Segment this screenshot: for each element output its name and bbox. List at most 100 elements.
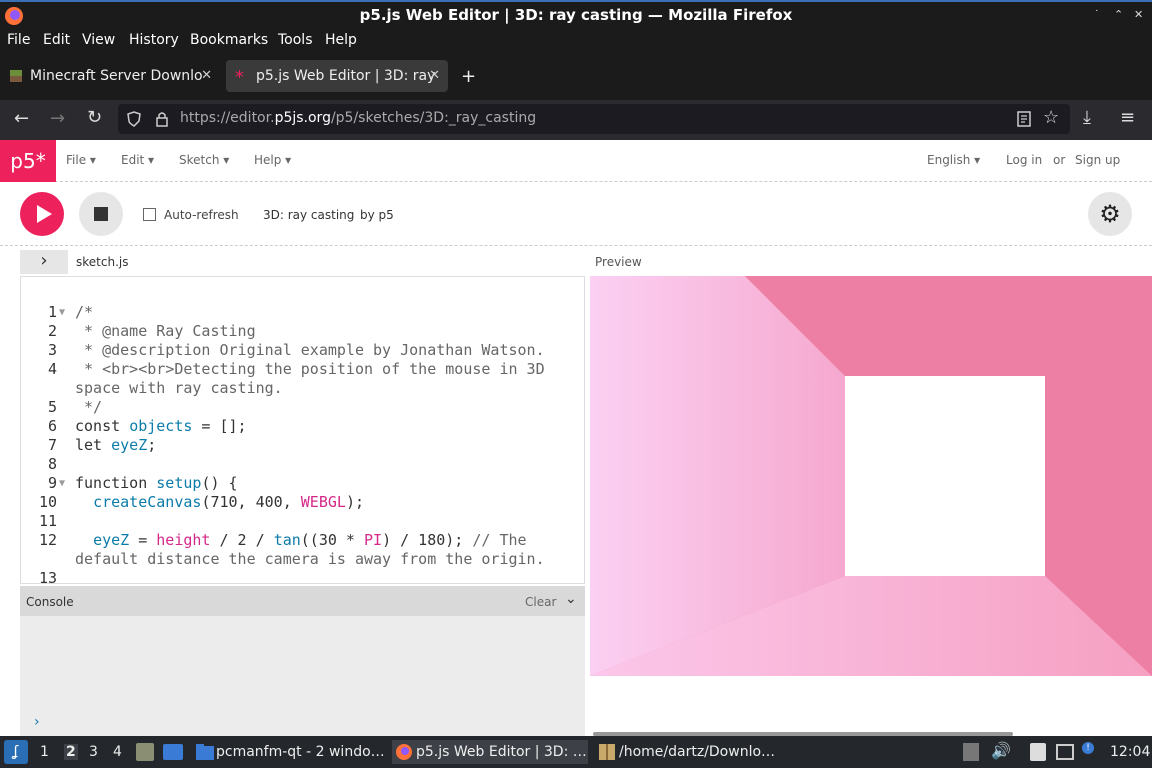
forward-icon[interactable]: → xyxy=(50,108,65,129)
line-number: 3 xyxy=(47,341,57,359)
volume-icon[interactable]: 🔊 xyxy=(991,741,1011,760)
menu-file[interactable]: File xyxy=(7,32,30,48)
downloads-icon[interactable]: ⤓ xyxy=(1083,107,1091,128)
p5-menu-help[interactable]: Help ▾ xyxy=(254,153,291,167)
code-text: /* xyxy=(75,303,94,321)
p5-menu-file[interactable]: File ▾ xyxy=(66,153,96,167)
code-line: 8 xyxy=(21,455,584,474)
tab-p5-editor[interactable]: * p5.js Web Editor | 3D: ray ✕ xyxy=(226,60,448,92)
code-line: 6 const objects = []; xyxy=(21,417,584,436)
play-button[interactable] xyxy=(20,192,64,236)
reader-view-icon[interactable] xyxy=(1016,111,1032,127)
line-number: 12 xyxy=(38,531,57,549)
console-prompt[interactable]: › xyxy=(34,714,40,730)
p5-navbar: p5* File ▾ Edit ▾ Sketch ▾ Help ▾ Englis… xyxy=(0,140,1152,182)
new-tab-button[interactable]: + xyxy=(461,66,476,87)
workspace-2[interactable]: 2 xyxy=(64,744,78,760)
tray-app-icon[interactable] xyxy=(963,743,979,761)
line-number: 4 xyxy=(47,360,57,378)
menu-tools[interactable]: Tools xyxy=(278,32,313,48)
clipboard-icon[interactable] xyxy=(1030,743,1046,761)
auto-refresh-checkbox[interactable] xyxy=(143,208,156,221)
signup-link[interactable]: Sign up xyxy=(1075,153,1120,167)
minimize-button[interactable]: ˙ xyxy=(1094,8,1100,21)
sketch-name[interactable]: 3D: ray casting xyxy=(263,208,354,222)
code-line: 3 * @description Original example by Jon… xyxy=(21,341,584,360)
p5-menu-sketch[interactable]: Sketch ▾ xyxy=(179,153,229,167)
preview-canvas[interactable] xyxy=(590,276,1152,676)
notification-icon[interactable]: ! xyxy=(1082,742,1094,754)
code-text: space with ray casting. xyxy=(75,379,283,397)
chevron-down-icon[interactable]: ⌄ xyxy=(565,591,577,607)
console-label: Console xyxy=(26,595,74,609)
hamburger-menu-icon[interactable]: ≡ xyxy=(1120,107,1135,128)
menu-help[interactable]: Help xyxy=(325,32,357,48)
firefox-icon xyxy=(396,744,412,760)
task-firefox[interactable]: p5.js Web Editor | 3D: … xyxy=(392,740,588,764)
ray-casting-3d-scene xyxy=(590,276,1152,676)
file-manager-launcher-icon[interactable] xyxy=(136,743,154,761)
workspace-4[interactable]: 4 xyxy=(113,744,122,760)
tab-strip: Minecraft Server Downlo ✕ * p5.js Web Ed… xyxy=(0,52,1152,100)
code-editor[interactable]: 1 ▼/* 2 * @name Ray Casting 3 * @descriptio… xyxy=(20,276,585,584)
code-line: 10 createCanvas(710, 400, WEBGL); xyxy=(21,493,584,512)
login-link[interactable]: Log in xyxy=(1006,153,1042,167)
gear-icon: ⚙ xyxy=(1099,200,1121,228)
clock: 12:04 xyxy=(1110,744,1151,760)
close-tab-icon[interactable]: ✕ xyxy=(201,60,212,92)
start-menu-icon[interactable]: ʆ xyxy=(4,740,28,764)
maximize-button[interactable]: ⌃ xyxy=(1114,8,1123,21)
shield-icon[interactable] xyxy=(126,111,142,127)
p5-logo[interactable]: p5* xyxy=(0,140,56,182)
workspace-1[interactable]: 1 xyxy=(40,744,49,760)
stop-button[interactable] xyxy=(79,192,123,236)
line-number: 5 xyxy=(47,398,57,416)
back-icon[interactable]: ← xyxy=(14,108,29,129)
console-clear-button[interactable]: Clear xyxy=(525,595,556,609)
task-archive[interactable]: /home/dartz/Downlo… xyxy=(595,740,785,764)
bookmark-star-icon[interactable]: ☆ xyxy=(1043,107,1059,128)
p5-asterisk-icon: * xyxy=(235,68,244,84)
tab-label: Minecraft Server Downlo xyxy=(30,68,203,84)
fold-toggle-icon[interactable]: ▼ xyxy=(59,474,65,493)
p5-menu-edit[interactable]: Edit ▾ xyxy=(121,153,154,167)
code-line: 7 let eyeZ; xyxy=(21,436,584,455)
workspace-3[interactable]: 3 xyxy=(89,744,98,760)
code-line: 4 * <br><br>Detecting the position of th… xyxy=(21,360,584,379)
code-line: default distance the camera is away from… xyxy=(21,550,584,569)
archive-icon xyxy=(599,744,615,760)
code-text: const objects = []; xyxy=(75,417,247,435)
taskbar: ʆ 1 2 3 4 pcmanfm-qt - 2 windo… p5.js We… xyxy=(0,736,1152,768)
settings-button[interactable]: ⚙ xyxy=(1088,192,1132,236)
code-text: eyeZ = height / 2 / tan((30 * PI) / 180)… xyxy=(93,531,527,549)
task-pcmanfm[interactable]: pcmanfm-qt - 2 windo… xyxy=(192,740,384,764)
navigation-bar: ← → ↻ https://editor.p5js.org/p5/sketche… xyxy=(0,100,1152,140)
code-line: 9 ▼ function setup() { xyxy=(21,474,584,493)
network-icon[interactable] xyxy=(1056,744,1074,760)
url-text[interactable]: https://editor.p5js.org/p5/sketches/3D:_… xyxy=(180,110,536,126)
close-button[interactable]: ✕ xyxy=(1134,8,1143,21)
code-text: createCanvas(710, 400, WEBGL); xyxy=(93,493,364,511)
menu-edit[interactable]: Edit xyxy=(43,32,70,48)
desktop-launcher-icon[interactable] xyxy=(163,744,183,760)
sidebar-toggle-button[interactable]: › xyxy=(20,250,68,274)
code-lines: 1 ▼/* 2 * @name Ray Casting 3 * @descriptio… xyxy=(21,303,584,583)
task-label: pcmanfm-qt - 2 windo… xyxy=(216,744,384,760)
line-number: 1 xyxy=(47,303,57,321)
reload-icon[interactable]: ↻ xyxy=(87,107,102,128)
lock-icon[interactable] xyxy=(154,110,170,128)
url-bar[interactable]: https://editor.p5js.org/p5/sketches/3D:_… xyxy=(118,104,1070,134)
language-select[interactable]: English ▾ xyxy=(927,153,980,167)
code-line: 5 */ xyxy=(21,398,584,417)
menu-history[interactable]: History xyxy=(129,32,179,48)
close-tab-icon[interactable]: ✕ xyxy=(429,60,440,92)
code-text: function setup() { xyxy=(75,474,238,492)
menubar: File Edit View History Bookmarks Tools H… xyxy=(0,30,1152,52)
tab-minecraft[interactable]: Minecraft Server Downlo ✕ xyxy=(0,60,220,92)
menu-bookmarks[interactable]: Bookmarks xyxy=(190,32,268,48)
fold-toggle-icon[interactable]: ▼ xyxy=(59,303,65,322)
preview-label: Preview xyxy=(595,255,642,269)
menu-view[interactable]: View xyxy=(82,32,115,48)
code-line: 1 ▼ /* xyxy=(21,303,584,322)
minecraft-icon xyxy=(10,70,22,82)
